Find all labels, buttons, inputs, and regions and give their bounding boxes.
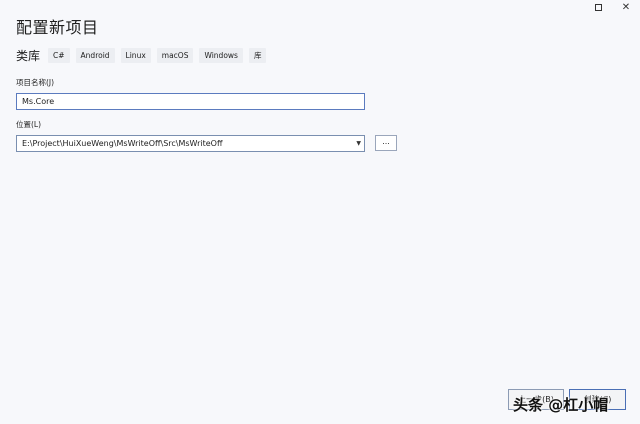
- watermark: 头条 @杠小帽: [513, 396, 609, 414]
- tag-library: 库: [248, 48, 267, 63]
- project-name-value: Ms.Core: [22, 97, 55, 106]
- category-tag-row: 类库 C# Android Linux macOS Windows 库: [16, 47, 272, 64]
- close-button[interactable]: ✕: [612, 0, 640, 14]
- location-value: E:\Project\HuiXueWeng\MsWriteOff\Src\MsW…: [22, 139, 223, 148]
- title-bar-controls: ✕: [584, 0, 640, 14]
- chevron-down-icon: ▼: [356, 140, 361, 147]
- browse-button[interactable]: ...: [375, 135, 397, 151]
- page-title: 配置新项目: [16, 18, 99, 37]
- tag-windows: Windows: [199, 48, 243, 63]
- project-name-label: 项目名称(J): [16, 78, 55, 87]
- project-name-input[interactable]: Ms.Core: [16, 93, 365, 110]
- tag-macos: macOS: [156, 48, 194, 63]
- tag-linux: Linux: [120, 48, 151, 63]
- close-icon: ✕: [621, 1, 631, 13]
- maximize-button[interactable]: [584, 0, 612, 14]
- tag-csharp: C#: [48, 48, 70, 63]
- location-label: 位置(L): [16, 120, 42, 129]
- tag-android: Android: [75, 48, 115, 63]
- maximize-icon: [594, 3, 602, 11]
- project-type-label: 类库: [16, 49, 41, 63]
- location-select[interactable]: E:\Project\HuiXueWeng\MsWriteOff\Src\MsW…: [16, 135, 365, 152]
